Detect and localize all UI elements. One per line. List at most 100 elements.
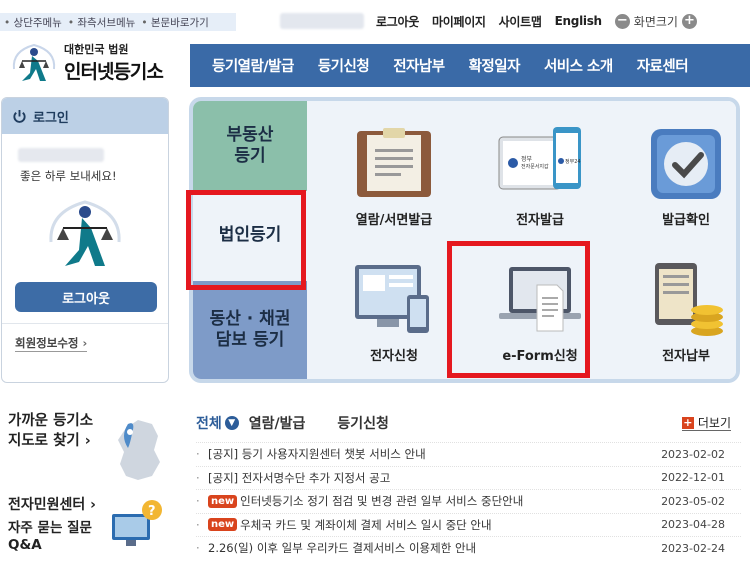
login-header: 로그인: [2, 98, 168, 134]
notice-tabs: 전체 ▼ 열람/발급 등기신청: [196, 412, 741, 434]
notice-title: 우체국 카드 및 계좌이체 결제 서비스 일시 중단 안내: [240, 517, 492, 532]
skip-link-content[interactable]: 본문바로가기: [141, 15, 209, 30]
nearby-line2: 지도로 찾기: [8, 433, 91, 449]
monitor-phone-icon: [355, 265, 429, 333]
notice-date: 2023-02-24: [661, 541, 725, 555]
service-view-paper[interactable]: 열람/서면발급: [321, 125, 467, 228]
new-badge: new: [208, 518, 238, 532]
service-label: 전자납부: [662, 349, 710, 364]
plus-icon: +: [681, 416, 694, 429]
utility-bar: 로그아웃 마이페이지 사이트맵 English − 화면크기 +: [280, 11, 697, 31]
tablet-phone-icon: 정부 전자문서지갑 정부24: [498, 127, 581, 190]
nearby-registry-link[interactable]: 가까운 등기소지도로 찾기: [8, 412, 93, 451]
bullet: ·: [196, 494, 200, 509]
logo-subtitle: 대한민국 법원: [64, 43, 129, 56]
notice-title: [공지] 전자서명수단 추가 지정서 공고: [208, 470, 391, 485]
english-link[interactable]: English: [555, 14, 602, 28]
service-issue-confirm[interactable]: 발급확인: [613, 125, 736, 228]
skip-links: 상단주메뉴 좌측서브메뉴 본문바로가기: [0, 13, 236, 31]
skip-link-topmenu[interactable]: 상단주메뉴: [4, 15, 62, 30]
notice-list: · [공지] 등기 사용자지원센터 챗봇 서비스 안내 2023-02-02 ·…: [196, 442, 741, 560]
list-item[interactable]: · new 인터넷등기소 정기 점검 및 변경 관련 일부 서비스 중단안내 2…: [196, 489, 741, 513]
tablet-coins-icon: [655, 263, 723, 336]
list-item[interactable]: · new 우체국 카드 및 계좌이체 결제 서비스 일시 중단 안내 2023…: [196, 512, 741, 537]
notice-board: 전체 ▼ 열람/발급 등기신청 + 더보기 · [공지] 등기 사용자지원센터 챗봇…: [196, 412, 741, 560]
service-electronic-apply[interactable]: 전자신청: [321, 261, 467, 364]
court-emblem-icon: [12, 43, 56, 81]
user-name-blurred: [280, 13, 364, 29]
service-label: 열람/서면발급: [355, 213, 433, 228]
service-label: 발급확인: [662, 213, 710, 228]
bullet: ·: [196, 470, 200, 485]
bullet: ·: [196, 517, 200, 532]
tab-movable-claim[interactable]: 동산 · 채권 담보 등기: [193, 281, 307, 379]
notice-date: 2023-05-02: [661, 494, 725, 508]
login-box: 로그인 좋은 하루 보내세요! 로그아웃 회원정보수정: [1, 97, 169, 383]
service-electronic-issue[interactable]: 정부 전자문서지갑 정부24 전자발급: [467, 125, 613, 228]
sitemap-link[interactable]: 사이트맵: [499, 13, 542, 30]
nav-fixed-date[interactable]: 확정일자: [457, 55, 532, 76]
svg-text:정부24: 정부24: [565, 158, 581, 165]
notice-tab-view-issue[interactable]: 열람/발급: [249, 413, 306, 433]
nav-service-intro[interactable]: 서비스 소개: [532, 55, 625, 76]
list-item[interactable]: · [공지] 등기 사용자지원센터 챗봇 서비스 안내 2023-02-02: [196, 442, 741, 466]
civil-center: 전자민원센터 › 자주 묻는 질문 Q&A: [8, 494, 96, 554]
bullet: ·: [196, 541, 200, 556]
faq-line2: Q&A: [8, 536, 42, 553]
logout-button[interactable]: 로그아웃: [15, 282, 157, 312]
nav-view-issue[interactable]: 등기열람/발급: [190, 55, 306, 76]
notice-title: [공지] 등기 사용자지원센터 챗봇 서비스 안내: [208, 447, 426, 462]
notice-title: 인터넷등기소 정기 점검 및 변경 관련 일부 서비스 중단안내: [240, 494, 524, 509]
site-logo[interactable]: 대한민국 법원 인터넷등기소: [8, 40, 183, 85]
user-name-blurred: [18, 148, 104, 162]
svg-text:전자문서지갑: 전자문서지갑: [521, 163, 549, 170]
korea-map-icon: [118, 420, 160, 480]
nearby-line1: 가까운 등기소: [8, 413, 94, 429]
logout-link[interactable]: 로그아웃: [376, 13, 419, 30]
svg-text:?: ?: [148, 504, 156, 519]
edit-member-link[interactable]: 회원정보수정: [15, 335, 88, 352]
greeting-text: 좋은 하루 보내세요!: [20, 169, 117, 183]
highlight-corporate-tab: [186, 190, 306, 290]
skip-link-leftmenu[interactable]: 좌측서브메뉴: [68, 15, 135, 30]
tab-label: 부동산 등기: [226, 124, 274, 166]
checkmark-icon: [651, 129, 721, 199]
divider: [2, 323, 168, 324]
court-emblem-icon: [49, 200, 121, 266]
tab-label: 동산 · 채권 담보 등기: [209, 308, 291, 350]
bullet: ·: [196, 447, 200, 462]
help-computer-icon: ?: [112, 500, 162, 546]
power-icon: [13, 109, 26, 123]
service-electronic-payment[interactable]: 전자납부: [613, 261, 736, 364]
new-badge: new: [208, 494, 238, 508]
service-label: 전자신청: [370, 349, 418, 364]
list-item[interactable]: · 2.26(일) 이후 일부 우리카드 결제서비스 이용제한 안내 2023-…: [196, 536, 741, 560]
chevron-down-icon: ▼: [224, 416, 239, 430]
notice-tab-all[interactable]: 전체 ▼: [196, 413, 239, 433]
nav-registration[interactable]: 등기신청: [306, 55, 381, 76]
nav-data-center[interactable]: 자료센터: [625, 55, 700, 76]
nearby-title: 가까운 등기소지도로 찾기: [8, 412, 93, 451]
font-size-control: − 화면크기 +: [614, 13, 697, 30]
civil-center-link[interactable]: 전자민원센터 ›: [8, 494, 96, 514]
zoom-out-icon[interactable]: −: [614, 13, 630, 29]
font-size-label: 화면크기: [633, 14, 678, 29]
list-item[interactable]: · [공지] 전자서명수단 추가 지정서 공고 2022-12-01: [196, 465, 741, 490]
civil-center-label: 전자민원센터: [8, 497, 86, 513]
tab-real-estate[interactable]: 부동산 등기: [193, 101, 307, 191]
login-title: 로그인: [33, 110, 69, 126]
zoom-in-icon[interactable]: +: [681, 13, 697, 29]
faq-line1: 자주 묻는 질문: [8, 520, 92, 536]
notice-date: 2023-04-28: [661, 518, 725, 532]
notice-date: 2023-02-02: [661, 447, 725, 461]
main-navigation: 등기열람/발급 등기신청 전자납부 확정일자 서비스 소개 자료센터: [190, 44, 750, 87]
service-label: 전자발급: [516, 213, 564, 228]
notice-tab-registration[interactable]: 등기신청: [337, 413, 389, 433]
faq-link[interactable]: 자주 묻는 질문 Q&A: [8, 520, 96, 554]
more-label: 더보기: [697, 416, 731, 430]
highlight-eform: [447, 241, 590, 378]
mypage-link[interactable]: 마이페이지: [432, 13, 486, 30]
nav-payment[interactable]: 전자납부: [381, 55, 456, 76]
more-link[interactable]: + 더보기: [681, 416, 731, 431]
svg-text:정부: 정부: [521, 156, 533, 163]
